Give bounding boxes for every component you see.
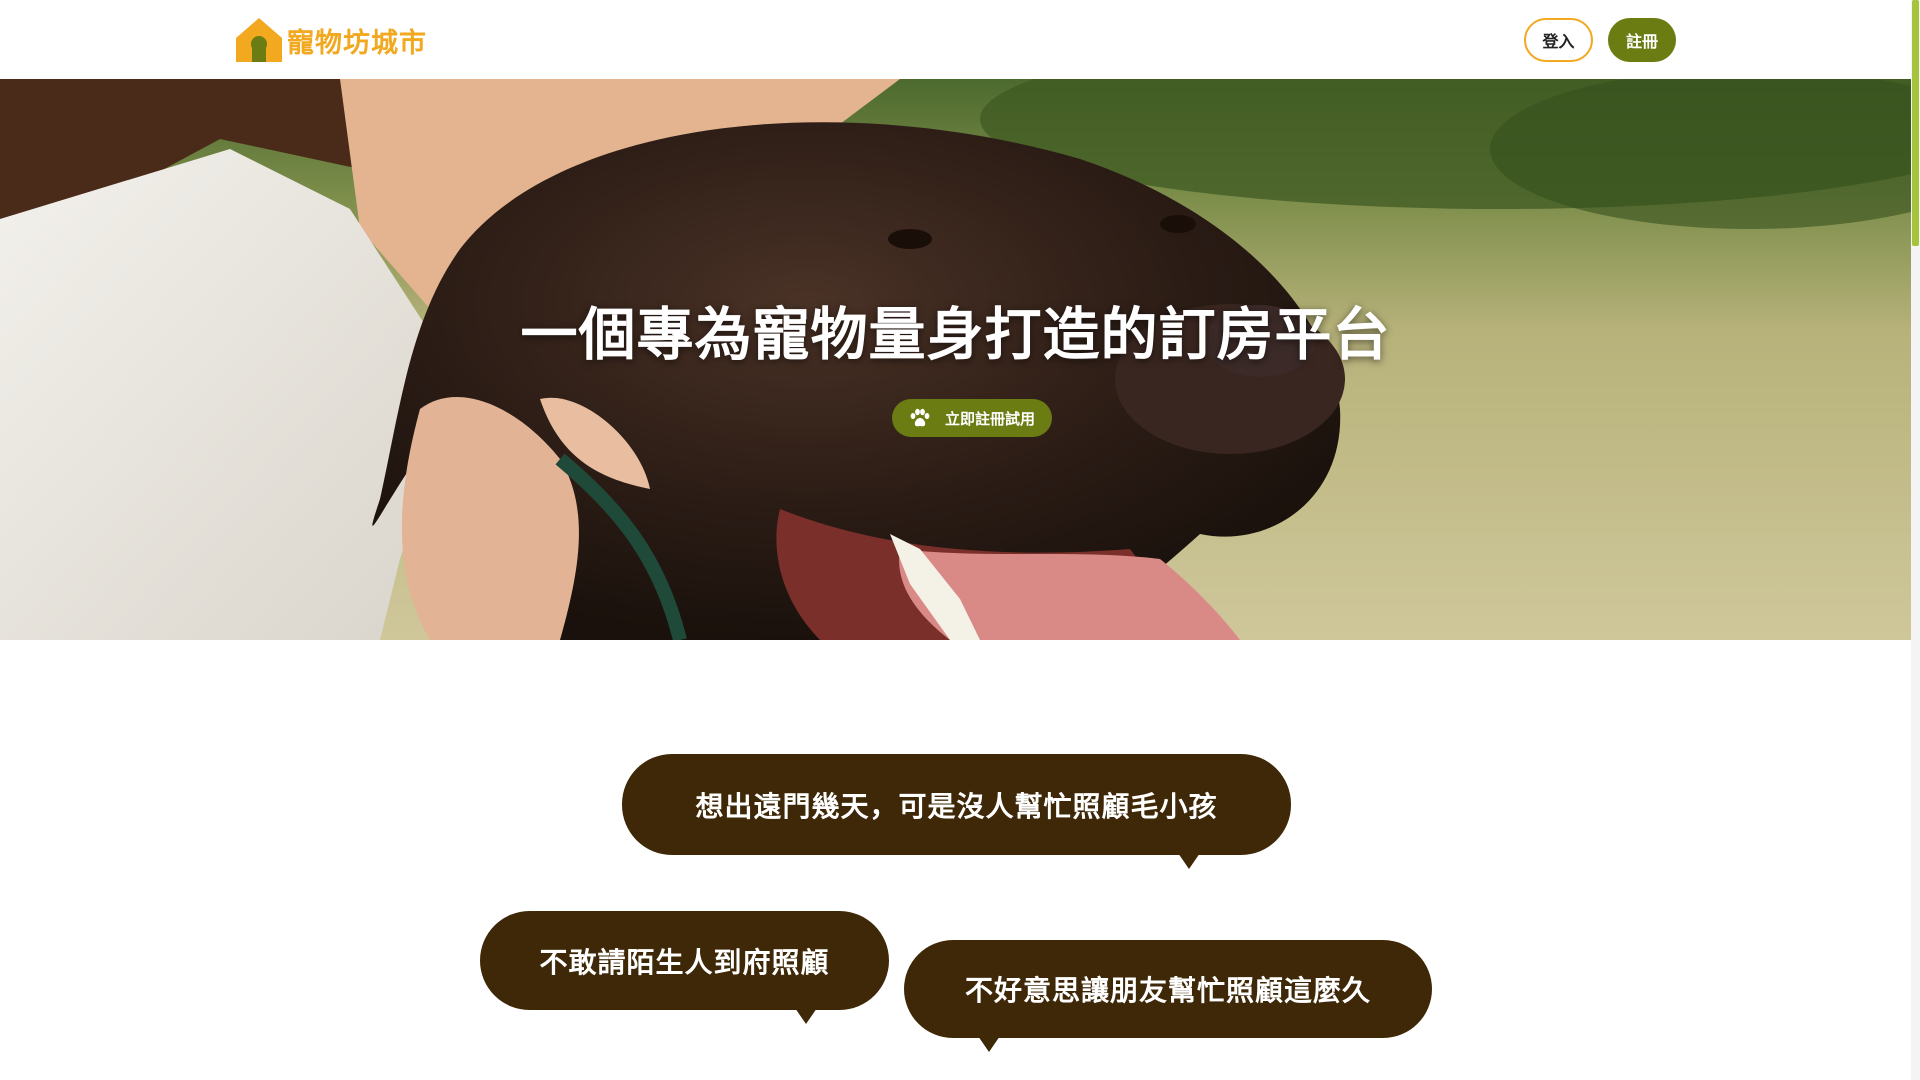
speech-bubble: 不好意思讓朋友幫忙照顧這麼久 [904,940,1432,1052]
register-trial-button[interactable]: 立即註冊試用 [892,399,1052,437]
scrollbar-thumb[interactable] [1912,0,1919,246]
speech-bubble-tail [1178,853,1200,869]
house-icon [236,18,282,62]
speech-bubble: 不敢請陌生人到府照顧 [480,911,889,1024]
speech-bubble-text: 想出遠門幾天，可是沒人幫忙照顧毛小孩 [695,789,1218,823]
hero-banner: 一個專為寵物量身打造的訂房平台 立即註冊試用 [0,79,1911,640]
hero-title: 一個專為寵物量身打造的訂房平台 [520,302,1391,368]
site-header: 寵物坊城市 登入 註冊 [0,0,1911,79]
speech-bubble-text: 不好意思讓朋友幫忙照顧這麼久 [964,974,1371,1007]
page-scrollbar[interactable] [1911,0,1920,1080]
site-logo[interactable]: 寵物坊城市 [233,14,427,66]
login-button[interactable]: 登入 [1524,18,1593,62]
register-trial-label: 立即註冊試用 [944,409,1035,428]
speech-bubble: 想出遠門幾天，可是沒人幫忙照顧毛小孩 [622,754,1291,869]
logo-text: 寵物坊城市 [287,27,427,59]
register-button[interactable]: 註冊 [1608,18,1676,62]
speech-bubble-tail [978,1036,1000,1052]
speech-bubble-text: 不敢請陌生人到府照顧 [539,945,830,979]
speech-bubble-tail [795,1008,817,1024]
paw-icon [910,408,930,427]
